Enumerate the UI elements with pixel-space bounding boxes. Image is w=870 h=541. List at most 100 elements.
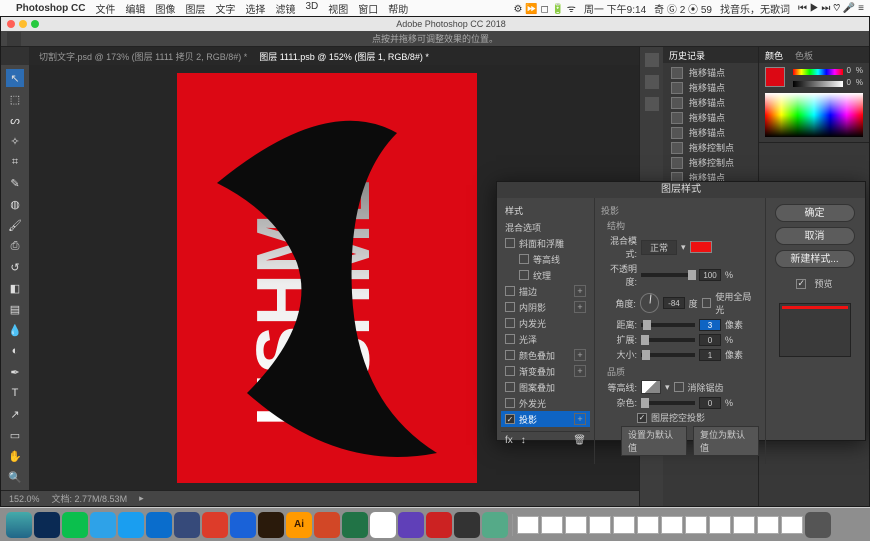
maximize-icon[interactable] (31, 20, 39, 28)
dock-min-8[interactable] (685, 516, 707, 534)
style-item[interactable]: 描边+ (501, 283, 590, 299)
style-item[interactable]: 颜色叠加+ (501, 347, 590, 363)
dock-min-3[interactable] (565, 516, 587, 534)
ok-button[interactable]: 确定 (775, 204, 855, 222)
spread-slider[interactable] (641, 338, 695, 342)
blendmode-select[interactable]: 正常 (641, 240, 677, 255)
dock-app-18[interactable] (482, 512, 508, 538)
style-checkbox[interactable] (505, 382, 515, 392)
color-spectrum[interactable] (765, 93, 863, 137)
size-slider[interactable] (641, 353, 695, 357)
dock-min-4[interactable] (589, 516, 611, 534)
mini-icon-2[interactable] (645, 75, 659, 89)
shape-tool[interactable]: ▭ (6, 426, 24, 444)
doc-tab-1[interactable]: 切割文字.psd @ 173% (图层 1111 拷贝 2, RGB/8#) * (39, 50, 247, 63)
dock-qq[interactable] (90, 512, 116, 538)
dock-powerpoint[interactable] (314, 512, 340, 538)
add-effect-icon[interactable]: + (574, 301, 586, 313)
dock-finder[interactable] (6, 512, 32, 538)
dock-app-14[interactable] (370, 512, 396, 538)
history-item[interactable]: 拖移锚点 (667, 110, 754, 125)
brush-tool[interactable]: 🖌 (6, 216, 24, 234)
opacity-slider[interactable] (641, 273, 695, 277)
doc-info[interactable]: 文档: 2.77M/8.53M (52, 492, 128, 505)
heal-tool[interactable]: ◍ (6, 195, 24, 213)
media-controls[interactable]: ⏮ ▶ ⏭ ♡ 🎤 ≡ (798, 3, 864, 14)
dock-app-5[interactable] (118, 512, 144, 538)
dock-wechat[interactable] (62, 512, 88, 538)
menu-image[interactable]: 图像 (155, 1, 175, 16)
antialias-checkbox[interactable] (674, 382, 684, 392)
hue-slider[interactable] (793, 69, 843, 75)
style-checkbox[interactable] (505, 414, 515, 424)
make-default-button[interactable]: 设置为默认值 (621, 426, 687, 456)
noise-slider[interactable] (641, 401, 695, 405)
zoom-value[interactable]: 152.0% (9, 494, 40, 504)
style-checkbox[interactable] (505, 302, 515, 312)
menu-edit[interactable]: 编辑 (125, 1, 145, 16)
knockout-checkbox[interactable] (637, 413, 647, 423)
dock-excel[interactable] (342, 512, 368, 538)
dock-app-7[interactable] (174, 512, 200, 538)
style-item[interactable]: 图案叠加 (501, 379, 590, 395)
doc-tab-2[interactable]: 图层 1111.psb @ 152% (图层 1, RGB/8#) * (259, 50, 429, 63)
noise-value[interactable]: 0 (699, 397, 721, 409)
menu-text[interactable]: 文字 (215, 1, 235, 16)
history-item[interactable]: 拖移锚点 (667, 95, 754, 110)
mini-icon-1[interactable] (645, 53, 659, 67)
lasso-tool[interactable]: ᔕ (6, 111, 24, 129)
style-checkbox[interactable] (519, 270, 529, 280)
eraser-tool[interactable]: ◧ (6, 279, 24, 297)
history-item[interactable]: 拖移锚点 (667, 65, 754, 80)
dock-app-10[interactable] (258, 512, 284, 538)
dock-min-6[interactable] (637, 516, 659, 534)
style-checkbox[interactable] (505, 238, 515, 248)
eyedropper-tool[interactable]: ✎ (6, 174, 24, 192)
dock-illustrator[interactable]: Ai (286, 512, 312, 538)
layer-style-dialog[interactable]: 图层样式 样式 混合选项斜面和浮雕等高线纹理描边+内阴影+内发光光泽颜色叠加+渐… (496, 181, 866, 441)
minimize-icon[interactable] (19, 20, 27, 28)
dock-min-1[interactable] (517, 516, 539, 534)
contour-picker[interactable] (641, 380, 661, 394)
angle-value[interactable]: -84 (663, 297, 684, 309)
shadow-color[interactable] (690, 241, 712, 253)
gray-slider[interactable] (793, 81, 843, 87)
history-item[interactable]: 拖移控制点 (667, 140, 754, 155)
window-titlebar[interactable]: Adobe Photoshop CC 2018 (1, 17, 869, 31)
style-checkbox[interactable] (505, 286, 515, 296)
historybrush-tool[interactable]: ↺ (6, 258, 24, 276)
chain-icon[interactable]: ↕ (521, 435, 526, 446)
distance-slider[interactable] (641, 323, 695, 327)
dock-min-7[interactable] (661, 516, 683, 534)
dock-netease[interactable] (202, 512, 228, 538)
preview-checkbox[interactable] (796, 279, 806, 289)
wand-tool[interactable]: ✧ (6, 132, 24, 150)
clock[interactable]: 周一 下午9:14 (584, 1, 646, 16)
dock-min-9[interactable] (709, 516, 731, 534)
style-item[interactable]: 内阴影+ (501, 299, 590, 315)
gradient-tool[interactable]: ▤ (6, 300, 24, 318)
history-item[interactable]: 拖移控制点 (667, 155, 754, 170)
marquee-tool[interactable]: ⬚ (6, 90, 24, 108)
dock-min-2[interactable] (541, 516, 563, 534)
history-item[interactable]: 拖移锚点 (667, 80, 754, 95)
dock-min-12[interactable] (781, 516, 803, 534)
dock-min-10[interactable] (733, 516, 755, 534)
style-checkbox[interactable] (505, 350, 515, 360)
dock-trash[interactable] (805, 512, 831, 538)
menu-layer[interactable]: 图层 (185, 1, 205, 16)
color-tab[interactable]: 颜色 (765, 49, 783, 62)
style-item[interactable]: 内发光 (501, 315, 590, 331)
style-item[interactable]: 外发光 (501, 395, 590, 411)
add-effect-icon[interactable]: + (574, 413, 586, 425)
menu-help[interactable]: 帮助 (388, 1, 408, 16)
style-checkbox[interactable] (505, 318, 515, 328)
blur-tool[interactable]: 💧 (6, 321, 24, 339)
history-tab[interactable]: 历史记录 (669, 49, 705, 62)
mini-icon-3[interactable] (645, 97, 659, 111)
dock-app-16[interactable] (426, 512, 452, 538)
contour-chevron-icon[interactable]: ▾ (665, 382, 670, 393)
style-item[interactable]: 纹理 (501, 267, 590, 283)
dock-min-11[interactable] (757, 516, 779, 534)
crop-tool[interactable]: ⌗ (6, 153, 24, 171)
